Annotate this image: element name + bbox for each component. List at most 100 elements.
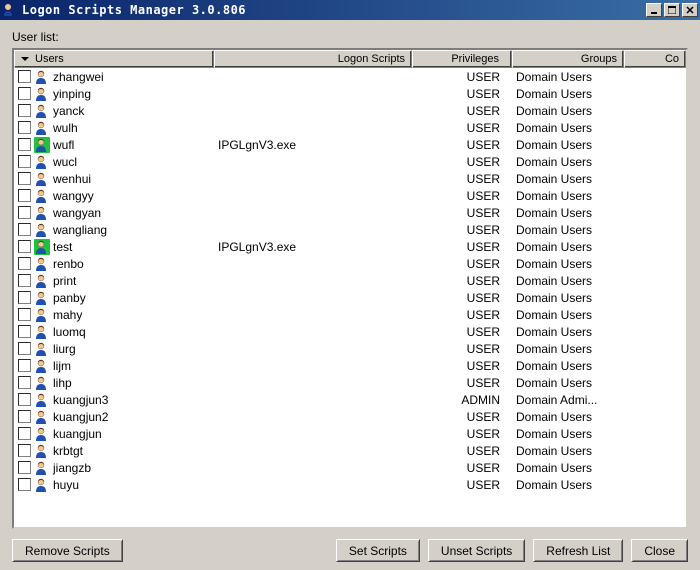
table-row[interactable]: wenhui USER Domain Users xyxy=(14,170,686,187)
table-row[interactable]: wangyy USER Domain Users xyxy=(14,187,686,204)
privilege: USER xyxy=(467,410,500,424)
cell-group: Domain Users xyxy=(512,376,624,390)
user-icon xyxy=(34,341,50,357)
table-row[interactable]: zhangwei USER Domain Users xyxy=(14,68,686,85)
row-checkbox[interactable] xyxy=(18,87,31,100)
table-row[interactable]: wangyan USER Domain Users xyxy=(14,204,686,221)
user-icon xyxy=(34,443,50,459)
row-checkbox[interactable] xyxy=(18,70,31,83)
table-row[interactable]: jiangzb USER Domain Users xyxy=(14,459,686,476)
cell-user: print xyxy=(14,273,214,289)
user-list-label: User list: xyxy=(12,30,688,44)
minimize-button[interactable] xyxy=(646,3,662,17)
user-icon xyxy=(34,205,50,221)
table-row[interactable]: krbtgt USER Domain Users xyxy=(14,442,686,459)
privilege: USER xyxy=(467,257,500,271)
table-row[interactable]: liurg USER Domain Users xyxy=(14,340,686,357)
close-app-button[interactable]: Close xyxy=(631,539,688,562)
group-name: Domain Admi... xyxy=(516,393,597,407)
column-header-users[interactable]: Users xyxy=(14,50,214,68)
table-row[interactable]: renbo USER Domain Users xyxy=(14,255,686,272)
table-row[interactable]: wufl IPGLgnV3.exe USER Domain Users xyxy=(14,136,686,153)
row-checkbox[interactable] xyxy=(18,291,31,304)
user-icon xyxy=(34,460,50,476)
table-row[interactable]: yanck USER Domain Users xyxy=(14,102,686,119)
table-row[interactable]: luomq USER Domain Users xyxy=(14,323,686,340)
user-name: wangliang xyxy=(53,223,107,237)
group-name: Domain Users xyxy=(516,155,592,169)
row-checkbox[interactable] xyxy=(18,376,31,389)
group-name: Domain Users xyxy=(516,274,592,288)
remove-scripts-button[interactable]: Remove Scripts xyxy=(12,539,123,562)
row-checkbox[interactable] xyxy=(18,308,31,321)
list-body[interactable]: zhangwei USER Domain Users yinping USER … xyxy=(14,68,686,527)
table-row[interactable]: wangliang USER Domain Users xyxy=(14,221,686,238)
cell-group: Domain Users xyxy=(512,478,624,492)
table-row[interactable]: lihp USER Domain Users xyxy=(14,374,686,391)
row-checkbox[interactable] xyxy=(18,359,31,372)
user-name: huyu xyxy=(53,478,79,492)
row-checkbox[interactable] xyxy=(18,138,31,151)
privilege: USER xyxy=(467,104,500,118)
row-checkbox[interactable] xyxy=(18,189,31,202)
cell-user: wulh xyxy=(14,120,214,136)
refresh-list-button[interactable]: Refresh List xyxy=(533,539,623,562)
row-checkbox[interactable] xyxy=(18,206,31,219)
cell-privilege: USER xyxy=(412,410,512,424)
group-name: Domain Users xyxy=(516,189,592,203)
privilege: USER xyxy=(467,121,500,135)
row-checkbox[interactable] xyxy=(18,342,31,355)
table-row[interactable]: print USER Domain Users xyxy=(14,272,686,289)
maximize-button[interactable] xyxy=(664,3,680,17)
column-label: Logon Scripts xyxy=(338,53,405,65)
row-checkbox[interactable] xyxy=(18,121,31,134)
privilege: USER xyxy=(467,478,500,492)
user-icon xyxy=(34,358,50,374)
column-header-scripts[interactable]: Logon Scripts xyxy=(214,50,412,68)
column-header-co[interactable]: Co xyxy=(624,50,686,68)
user-name: wangyan xyxy=(53,206,101,220)
row-checkbox[interactable] xyxy=(18,427,31,440)
table-row[interactable]: wucl USER Domain Users xyxy=(14,153,686,170)
row-checkbox[interactable] xyxy=(18,155,31,168)
row-checkbox[interactable] xyxy=(18,325,31,338)
set-scripts-button[interactable]: Set Scripts xyxy=(336,539,420,562)
user-name: kuangjun3 xyxy=(53,393,108,407)
table-row[interactable]: test IPGLgnV3.exe USER Domain Users xyxy=(14,238,686,255)
table-row[interactable]: wulh USER Domain Users xyxy=(14,119,686,136)
cell-privilege: USER xyxy=(412,172,512,186)
cell-group: Domain Users xyxy=(512,359,624,373)
cell-user: renbo xyxy=(14,256,214,272)
row-checkbox[interactable] xyxy=(18,104,31,117)
table-row[interactable]: lijm USER Domain Users xyxy=(14,357,686,374)
row-checkbox[interactable] xyxy=(18,461,31,474)
row-checkbox[interactable] xyxy=(18,223,31,236)
table-row[interactable]: panby USER Domain Users xyxy=(14,289,686,306)
table-row[interactable]: huyu USER Domain Users xyxy=(14,476,686,493)
column-header-privileges[interactable]: Privileges xyxy=(412,50,512,68)
table-row[interactable]: mahy USER Domain Users xyxy=(14,306,686,323)
row-checkbox[interactable] xyxy=(18,240,31,253)
unset-scripts-button[interactable]: Unset Scripts xyxy=(428,539,525,562)
cell-group: Domain Users xyxy=(512,172,624,186)
close-button[interactable] xyxy=(682,3,698,17)
row-checkbox[interactable] xyxy=(18,274,31,287)
cell-privilege: USER xyxy=(412,478,512,492)
row-checkbox[interactable] xyxy=(18,393,31,406)
row-checkbox[interactable] xyxy=(18,444,31,457)
table-row[interactable]: kuangjun USER Domain Users xyxy=(14,425,686,442)
table-row[interactable]: kuangjun2 USER Domain Users xyxy=(14,408,686,425)
column-label: Users xyxy=(35,53,64,65)
user-icon xyxy=(34,256,50,272)
row-checkbox[interactable] xyxy=(18,172,31,185)
column-label: Privileges xyxy=(451,53,499,65)
column-header-groups[interactable]: Groups xyxy=(512,50,624,68)
table-row[interactable]: yinping USER Domain Users xyxy=(14,85,686,102)
row-checkbox[interactable] xyxy=(18,478,31,491)
row-checkbox[interactable] xyxy=(18,257,31,270)
row-checkbox[interactable] xyxy=(18,410,31,423)
privilege: USER xyxy=(467,359,500,373)
cell-group: Domain Users xyxy=(512,427,624,441)
table-row[interactable]: kuangjun3 ADMIN Domain Admi... xyxy=(14,391,686,408)
column-label: Co xyxy=(665,53,679,65)
